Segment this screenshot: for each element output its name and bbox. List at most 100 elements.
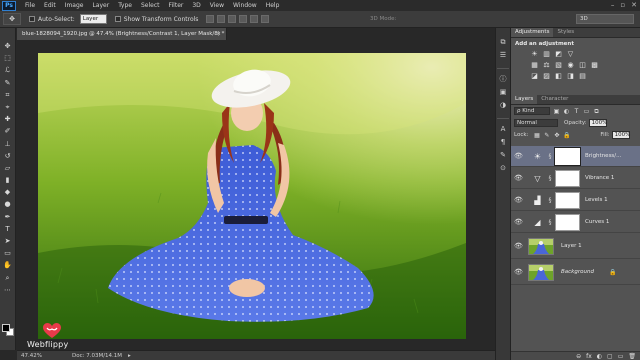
layer-name[interactable]: Background: [561, 269, 603, 275]
invert-icon[interactable]: ◪: [530, 72, 539, 80]
menu-type[interactable]: Type: [118, 2, 132, 9]
shape-tool-icon[interactable]: ▭: [3, 249, 13, 257]
threshold-icon[interactable]: ◧: [554, 72, 563, 80]
layer-name[interactable]: Levels 1: [585, 197, 627, 203]
gradient-tool-icon[interactable]: ▮: [3, 176, 13, 184]
layer-name[interactable]: Brightness/...: [585, 153, 627, 159]
lock-pixels-icon[interactable]: ✎: [543, 132, 550, 139]
path-select-tool-icon[interactable]: ➤: [3, 237, 13, 245]
document-close-icon[interactable]: ×: [216, 28, 221, 40]
menu-edit[interactable]: Edit: [44, 2, 56, 9]
align-bottom-icon[interactable]: [228, 15, 237, 23]
layer-name[interactable]: Vibrance 1: [585, 175, 627, 181]
dodge-tool-icon[interactable]: ●: [3, 200, 13, 208]
status-menu-arrow-icon[interactable]: ▸: [128, 353, 131, 359]
align-left-icon[interactable]: [239, 15, 248, 23]
layer-thumbnail[interactable]: [528, 263, 554, 281]
add-mask-icon[interactable]: ▢: [607, 353, 613, 360]
minimize-button[interactable]: –: [611, 1, 615, 9]
auto-select-dropdown[interactable]: Layer: [79, 14, 107, 24]
tab-adjustments[interactable]: Adjustments: [511, 28, 554, 37]
align-top-icon[interactable]: [206, 15, 215, 23]
black-white-icon[interactable]: ▧: [554, 61, 563, 69]
layer-filter-kind[interactable]: ρ Kind: [514, 107, 550, 115]
adjustment-layer-icon[interactable]: ◐: [597, 353, 602, 360]
character-panel-icon[interactable]: A: [499, 125, 508, 134]
layer-row-levels[interactable]: 👁 ▟ § Levels 1: [511, 190, 640, 211]
transform-controls-checkbox[interactable]: [114, 16, 121, 22]
blur-tool-icon[interactable]: ◆: [3, 188, 13, 196]
filter-shape-icon[interactable]: ▭: [583, 108, 590, 115]
maximize-button[interactable]: ▫: [620, 1, 625, 9]
eyedropper-tool-icon[interactable]: ⌖: [3, 103, 13, 111]
link-layers-icon[interactable]: ⊖: [576, 353, 581, 360]
layer-mask-thumbnail[interactable]: [555, 213, 580, 231]
menu-window[interactable]: Window: [233, 2, 257, 9]
delete-layer-icon[interactable]: 🗑: [628, 353, 636, 360]
info-panel-icon[interactable]: ⓘ: [499, 75, 508, 84]
hue-saturation-icon[interactable]: ▦: [530, 61, 539, 69]
layer-name[interactable]: Layer 1: [561, 243, 603, 249]
posterize-icon[interactable]: ▨: [542, 72, 551, 80]
zoom-tool-icon[interactable]: ⌕: [3, 274, 13, 282]
auto-select-option[interactable]: Auto-Select:: [29, 16, 75, 23]
layer-row-layer-1[interactable]: 👁 Layer 1: [511, 234, 640, 259]
visibility-eye-icon[interactable]: 👁: [513, 241, 524, 251]
layer-style-icon[interactable]: fx: [586, 353, 592, 360]
lock-transparency-icon[interactable]: ▦: [533, 132, 540, 139]
brush-tool-icon[interactable]: ✐: [3, 127, 13, 135]
mask-link-icon[interactable]: §: [547, 219, 553, 226]
visibility-eye-icon[interactable]: 👁: [513, 195, 524, 205]
navigator-panel-icon[interactable]: ▣: [499, 88, 508, 97]
transform-controls-option[interactable]: Show Transform Controls: [114, 16, 198, 23]
eraser-tool-icon[interactable]: ▱: [3, 164, 13, 172]
pen-tool-icon[interactable]: ✒: [3, 213, 13, 221]
paragraph-panel-icon[interactable]: ¶: [499, 138, 508, 147]
healing-tool-icon[interactable]: ✚: [3, 115, 13, 123]
hand-tool-icon[interactable]: ✋: [3, 261, 13, 269]
tab-layers[interactable]: Layers: [511, 95, 538, 104]
type-tool-icon[interactable]: T: [3, 225, 13, 233]
layer-row-vibrance[interactable]: 👁 ▽ § Vibrance 1: [511, 168, 640, 189]
levels-icon[interactable]: ▥: [542, 50, 551, 58]
layer-row-curves[interactable]: 👁 ◢ § Curves 1: [511, 212, 640, 233]
workspace-switcher[interactable]: 3D: [576, 14, 634, 24]
menu-file[interactable]: File: [25, 2, 35, 9]
opacity-field[interactable]: 100%: [588, 119, 607, 127]
stamp-tool-icon[interactable]: ⊥: [3, 140, 13, 148]
image-canvas[interactable]: [38, 53, 466, 339]
color-panel-icon[interactable]: ◑: [499, 101, 508, 110]
filter-adjustment-icon[interactable]: ◐: [563, 108, 570, 115]
menu-3d[interactable]: 3D: [192, 2, 200, 9]
properties-panel-icon[interactable]: ☰: [499, 51, 508, 60]
menu-help[interactable]: Help: [266, 2, 280, 9]
more-tools-icon[interactable]: ⋯: [3, 286, 13, 294]
align-middle-icon[interactable]: [217, 15, 226, 23]
menu-layer[interactable]: Layer: [92, 2, 109, 9]
vibrance-icon[interactable]: ▽: [566, 50, 575, 58]
fill-field[interactable]: 100%: [611, 131, 630, 139]
blend-mode-dropdown[interactable]: Normal: [514, 119, 558, 127]
align-right-icon[interactable]: [261, 15, 270, 23]
menu-view[interactable]: View: [210, 2, 224, 9]
filter-pixel-icon[interactable]: ▣: [553, 108, 560, 115]
new-layer-icon[interactable]: ▭: [618, 353, 624, 360]
selective-color-icon[interactable]: ▤: [578, 72, 587, 80]
clone-source-panel-icon[interactable]: ⊙: [499, 164, 508, 173]
move-tool-preset[interactable]: ✥: [3, 13, 21, 25]
history-brush-tool-icon[interactable]: ↺: [3, 152, 13, 160]
tab-styles[interactable]: Styles: [553, 28, 578, 37]
zoom-level[interactable]: 47.42%: [21, 353, 42, 359]
lock-position-icon[interactable]: ✥: [553, 132, 560, 139]
color-lookup-icon[interactable]: ▩: [590, 61, 599, 69]
layer-mask-thumbnail[interactable]: [555, 147, 580, 165]
mask-link-icon[interactable]: §: [547, 197, 553, 204]
photo-filter-icon[interactable]: ◉: [566, 61, 575, 69]
quick-select-tool-icon[interactable]: ✎: [3, 79, 13, 87]
layer-name[interactable]: Curves 1: [585, 219, 627, 225]
crop-tool-icon[interactable]: ⌗: [3, 91, 13, 99]
visibility-eye-icon[interactable]: 👁: [513, 217, 524, 227]
curves-icon[interactable]: ◩: [554, 50, 563, 58]
foreground-color-swatch[interactable]: [2, 324, 10, 332]
filter-smart-icon[interactable]: ⧉: [593, 108, 600, 115]
